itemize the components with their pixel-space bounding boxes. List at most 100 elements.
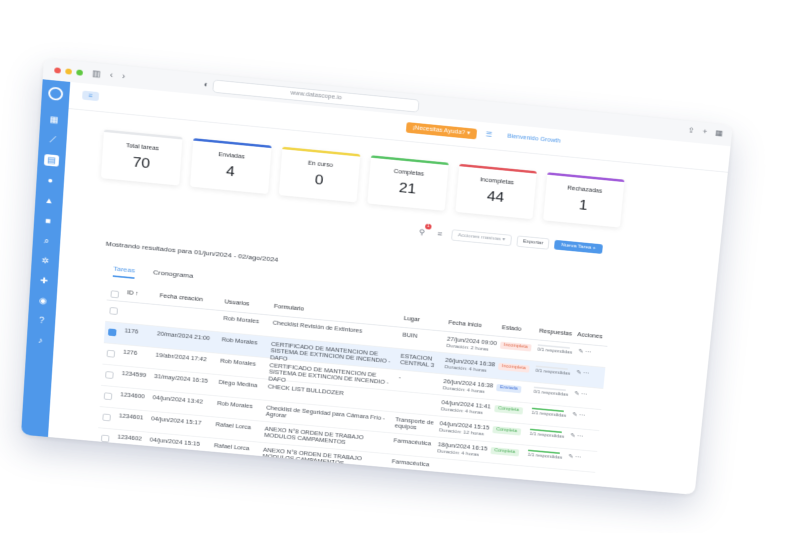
row-actions-icon[interactable]: ✎ ⋯ — [568, 453, 582, 460]
new-task-button[interactable]: Nueva Tarea + — [554, 240, 602, 254]
row-checkbox[interactable] — [102, 414, 111, 422]
bulk-actions-label: Acciones masivas — [458, 233, 501, 242]
stage: ▥ ‹ › ◐ www.datascope.io ⇪ + ▦ ▦ ⟋ ▤ ● ▲… — [0, 0, 800, 533]
stat-card-en-curso[interactable]: En curso 0 — [279, 147, 361, 203]
sort-icon[interactable]: ≡ — [433, 228, 447, 240]
stat-bar — [193, 138, 271, 148]
cell-id: 1234602 — [117, 435, 142, 444]
header-lugar[interactable]: Lugar — [404, 316, 420, 323]
new-tab-icon[interactable]: + — [702, 127, 708, 136]
status-badge: Enviada — [496, 384, 521, 393]
row-actions-icon[interactable]: ✎ ⋯ — [572, 411, 586, 418]
main-content: Total tareas 70 Enviadas 4 En curso 0 Compl… — [48, 108, 728, 495]
stat-card-rechazadas[interactable]: Rechazadas 1 — [543, 172, 624, 227]
location-icon[interactable]: ● — [43, 174, 58, 187]
stat-value: 21 — [368, 177, 447, 200]
cell-usuario: Rob Morales — [220, 359, 256, 369]
tab-tareas[interactable]: Tareas — [113, 265, 136, 279]
maximize-dot[interactable] — [76, 69, 83, 75]
row-checkbox[interactable] — [107, 350, 116, 358]
cell-id: 1234600 — [120, 392, 145, 401]
row-checkbox[interactable] — [108, 328, 117, 336]
stat-value: 70 — [102, 151, 181, 175]
row-actions-icon[interactable]: ✎ ⋯ — [576, 369, 590, 376]
bell-icon[interactable]: ♪ — [33, 334, 48, 346]
dashboard-icon[interactable]: ▦ — [46, 113, 61, 126]
header-formulario[interactable]: Formulario — [274, 304, 304, 312]
status-badge: Completa — [490, 447, 518, 456]
cell-id: 1176 — [124, 328, 138, 336]
share-icon[interactable]: ⇪ — [687, 126, 695, 136]
stat-value: 4 — [191, 160, 270, 184]
row-actions-icon[interactable]: ✎ ⋯ — [578, 348, 592, 355]
tab-cronograma[interactable]: Cronograma — [153, 269, 194, 285]
browser-actions: ⇪ + ▦ — [687, 126, 723, 138]
settings-icon[interactable]: ✲ — [38, 255, 53, 268]
cell-id: 1234599 — [121, 371, 146, 380]
table-toolbar: ⚲ 1 ≡ Acciones masivas ▾ Exportar Nueva T… — [415, 226, 602, 255]
row-actions-icon[interactable]: ✎ ⋯ — [574, 390, 588, 397]
row-actions-icon[interactable]: ✎ ⋯ — [570, 432, 584, 439]
window-controls — [54, 67, 83, 76]
stat-card-completas[interactable]: Completas 21 — [367, 155, 448, 211]
responses-progress: 0/1 respondidas — [537, 344, 572, 355]
status-badge: Incompleta — [498, 363, 530, 373]
cell-fecha-creacion: 19/abr/2024 17:42 — [155, 353, 207, 364]
row-checkbox[interactable] — [109, 307, 118, 315]
shield-icon[interactable]: ◐ — [203, 80, 209, 90]
calendar-icon[interactable]: ▤ — [44, 154, 59, 167]
export-button[interactable]: Exportar — [516, 235, 550, 249]
responses-progress: 1/1 respondidas — [529, 429, 564, 440]
help-icon[interactable]: ? — [34, 314, 49, 326]
warning-icon[interactable]: ▲ — [41, 194, 56, 207]
cell-lugar: - — [399, 375, 440, 385]
folder-icon[interactable]: ■ — [40, 215, 55, 228]
analytics-icon[interactable]: ⟋ — [45, 134, 60, 147]
filter-icon[interactable]: ⚲ 1 — [415, 226, 429, 238]
header-id[interactable]: ID ↑ — [127, 290, 139, 297]
forward-icon[interactable]: › — [122, 72, 126, 81]
menu-toggle-button[interactable]: ≡ — [82, 91, 99, 102]
header-usuarios[interactable]: Usuarios — [224, 299, 249, 307]
header-id-label: ID — [127, 290, 134, 296]
minimize-dot[interactable] — [65, 68, 72, 74]
cell-lugar: Transporte de equipos — [394, 417, 435, 434]
stat-value: 1 — [544, 194, 622, 217]
cell-usuario: Rafael Lorca — [214, 443, 250, 453]
bulk-actions-select[interactable]: Acciones masivas ▾ — [451, 229, 512, 246]
welcome-user-menu[interactable]: Bienvenido Growth — [507, 134, 561, 145]
help-button[interactable]: ¡Necesitas Ayuda? ▾ — [406, 122, 477, 139]
responses-progress: 1/1 respondidas — [531, 408, 566, 419]
header-fecha-creacion[interactable]: Fecha creación — [159, 293, 203, 303]
search-icon[interactable]: ⌕ — [39, 235, 54, 248]
responses-progress: 0/1 respondidas — [533, 387, 568, 398]
stat-card-total[interactable]: Total tareas 70 — [101, 130, 183, 186]
sidebar-toggle-icon[interactable]: ▥ — [92, 69, 101, 79]
header-respuestas[interactable]: Respuestas — [539, 329, 572, 338]
row-checkbox[interactable] — [104, 392, 113, 400]
app-logo[interactable] — [48, 86, 63, 100]
stat-value: 0 — [280, 169, 359, 193]
status-badge: Incompleta — [500, 342, 532, 352]
tabs-overview-icon[interactable]: ▦ — [715, 129, 724, 139]
header-fecha-inicio[interactable]: Fecha inicio — [448, 320, 482, 329]
cell-usuario: Rob Morales — [223, 316, 259, 326]
status-badge: Completa — [492, 426, 520, 436]
close-dot[interactable] — [54, 67, 61, 73]
select-all-checkbox[interactable] — [110, 290, 119, 298]
stat-card-incompletas[interactable]: Incompletas 44 — [455, 164, 536, 219]
row-checkbox[interactable] — [105, 371, 114, 379]
stat-bar — [282, 147, 360, 157]
cell-lugar: Farmacéutica — [391, 459, 431, 469]
status-badge: Completa — [494, 405, 523, 415]
cell-lugar: Farmacéutica — [393, 438, 433, 448]
row-checkbox[interactable] — [101, 435, 110, 443]
responses-progress: 0/1 respondidas — [535, 365, 570, 376]
new-task-label: Nueva Tarea — [561, 243, 592, 251]
users-icon[interactable]: ◉ — [35, 295, 50, 307]
back-icon[interactable]: ‹ — [110, 71, 114, 80]
header-estado[interactable]: Estado — [502, 325, 522, 332]
tools-icon[interactable]: ✚ — [36, 275, 51, 288]
stat-card-enviadas[interactable]: Enviadas 4 — [190, 138, 272, 194]
apps-grid-icon[interactable]: ☰ — [485, 131, 492, 139]
